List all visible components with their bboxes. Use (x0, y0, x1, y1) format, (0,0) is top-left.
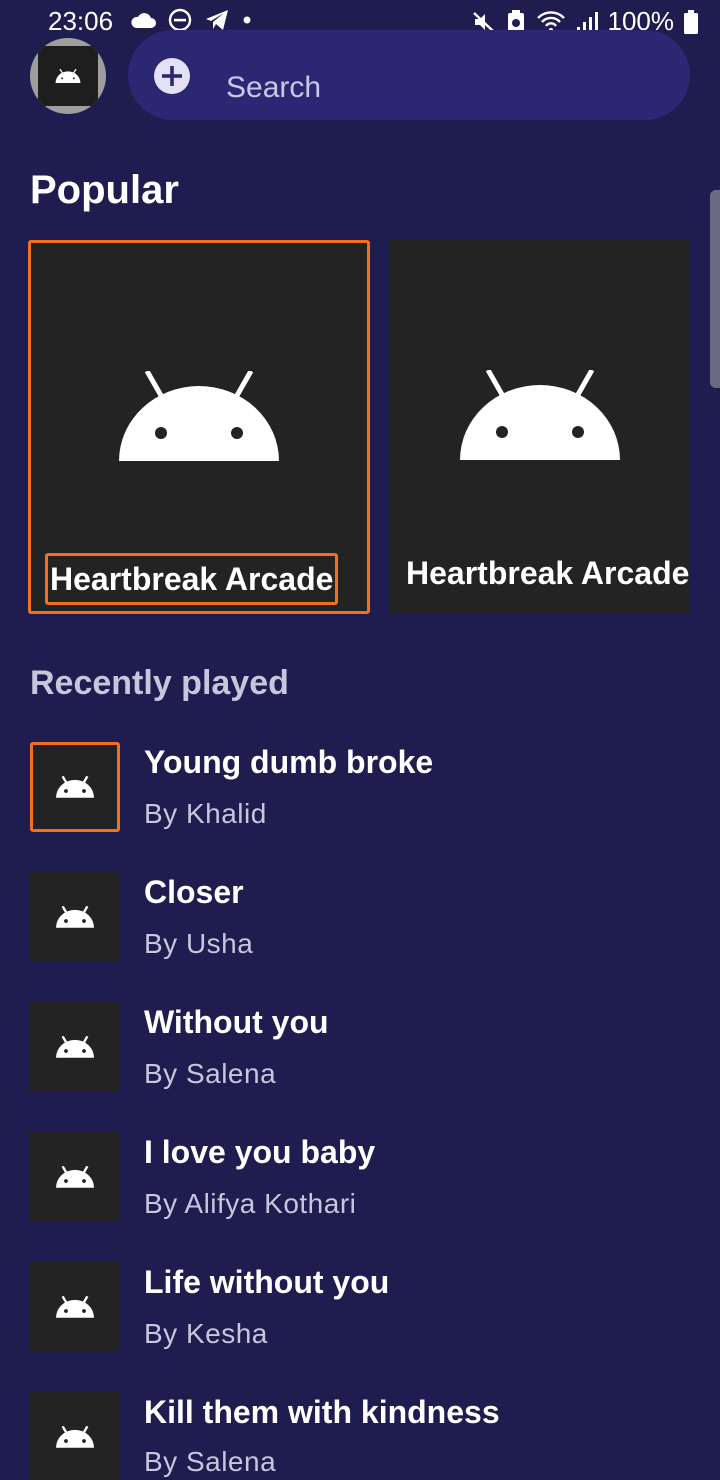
cloud-icon (130, 11, 156, 29)
recently-played-heading: Recently played (30, 664, 289, 702)
add-circle-icon[interactable] (154, 58, 190, 94)
list-item[interactable]: Closer By Usha (0, 872, 720, 972)
status-time: 23:06 (48, 6, 114, 36)
list-item[interactable]: I love you baby By Alifya Kothari (0, 1132, 720, 1232)
status-left-icons (130, 8, 252, 32)
android-icon (30, 872, 120, 962)
popular-card-title: Heartbreak Arcade (406, 555, 690, 591)
popular-card-title: Heartbreak Arcade (45, 553, 339, 605)
popular-heading: Popular (30, 168, 179, 212)
android-icon (30, 1132, 120, 1222)
list-item[interactable]: Without you By Salena (0, 1002, 720, 1102)
song-artist: By Salena (144, 1446, 277, 1477)
popular-card[interactable]: Heartbreak Arcade (390, 240, 690, 614)
song-title: Life without you (144, 1264, 390, 1300)
search-bar[interactable]: Search (128, 30, 690, 120)
profile-avatar[interactable] (30, 38, 106, 114)
list-item[interactable]: Kill them with kindness By Salena (0, 1392, 720, 1480)
android-icon (31, 371, 367, 461)
android-icon (390, 360, 690, 460)
android-icon (30, 1392, 120, 1480)
song-artist: By Alifya Kothari (144, 1188, 357, 1219)
android-icon (38, 46, 98, 106)
scrollbar-thumb[interactable] (710, 190, 720, 388)
song-title: Young dumb broke (144, 744, 434, 780)
music-home-screen: 23:06 100% Search Popular Heartbreak Arc… (0, 0, 720, 1480)
android-icon (30, 1002, 120, 1092)
song-artist: By Khalid (144, 798, 267, 829)
song-title: Without you (144, 1004, 329, 1040)
song-artist: By Usha (144, 928, 254, 959)
search-input[interactable]: Search (226, 66, 321, 100)
list-item[interactable]: Young dumb broke By Khalid (0, 742, 720, 842)
song-artist: By Kesha (144, 1318, 268, 1349)
android-icon (30, 742, 120, 832)
list-item[interactable]: Life without you By Kesha (0, 1262, 720, 1362)
android-icon (30, 1262, 120, 1352)
telegram-icon (204, 8, 230, 32)
popular-card[interactable]: Heartbreak Arcade (28, 240, 370, 614)
song-title: Kill them with kindness (144, 1394, 500, 1430)
do-not-disturb-icon (168, 8, 192, 32)
notification-dot-icon (242, 15, 252, 25)
battery-icon (684, 9, 698, 34)
song-title: I love you baby (144, 1134, 376, 1170)
song-artist: By Salena (144, 1058, 277, 1089)
song-title: Closer (144, 874, 244, 910)
